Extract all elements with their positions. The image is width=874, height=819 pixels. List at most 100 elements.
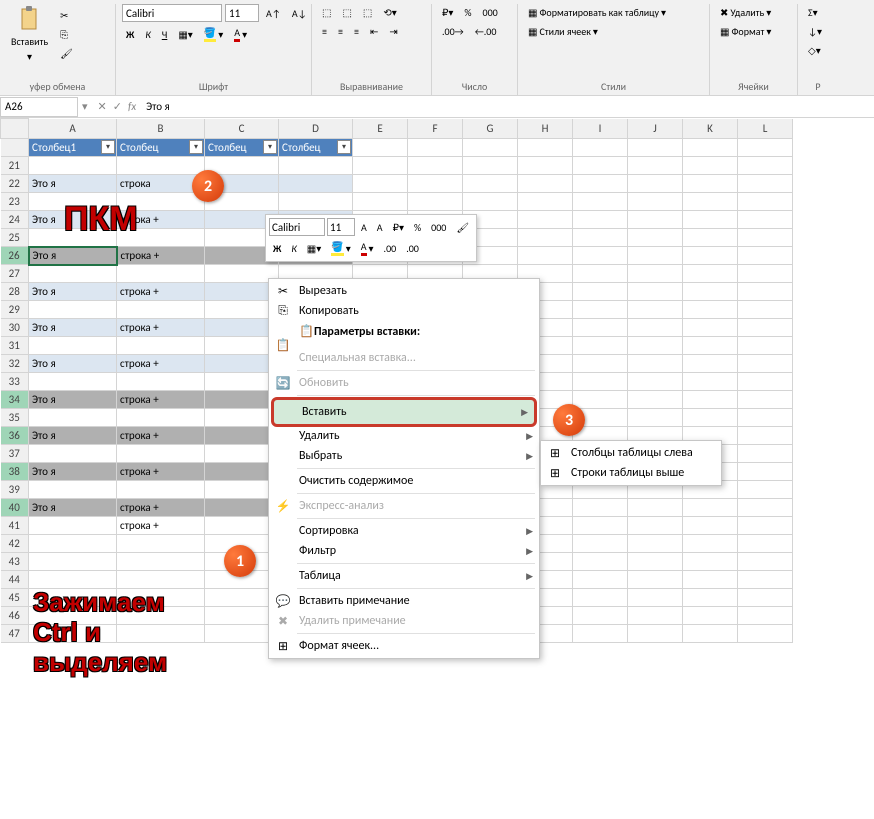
- cell[interactable]: [628, 193, 683, 211]
- cell[interactable]: [463, 193, 518, 211]
- cell[interactable]: [738, 355, 793, 373]
- mini-comma-icon[interactable]: 000: [427, 219, 450, 236]
- cell[interactable]: [117, 481, 205, 499]
- cell[interactable]: [628, 535, 683, 553]
- cell[interactable]: [738, 247, 793, 265]
- ctx-cut[interactable]: ✂Вырезать: [269, 281, 539, 301]
- filter-dropdown-icon[interactable]: ▾: [101, 140, 115, 154]
- cell[interactable]: [738, 283, 793, 301]
- name-box[interactable]: [0, 97, 78, 117]
- fill-icon[interactable]: ↓▾: [804, 23, 826, 40]
- cell[interactable]: [683, 373, 738, 391]
- bold-button[interactable]: Ж: [122, 26, 138, 43]
- cell[interactable]: строка +: [117, 427, 205, 445]
- col-header-F[interactable]: F: [408, 119, 463, 139]
- submenu-cols-left[interactable]: ⊞Столбцы таблицы слева: [541, 443, 721, 463]
- submenu-rows-above[interactable]: ⊞Строки таблицы выше: [541, 463, 721, 483]
- mini-border-icon[interactable]: ▦▾: [303, 240, 325, 257]
- cell[interactable]: [683, 157, 738, 175]
- align-middle-icon[interactable]: ⬚: [338, 4, 355, 21]
- cell[interactable]: [738, 265, 793, 283]
- mini-font-color-icon[interactable]: A▾: [357, 238, 378, 258]
- cancel-icon[interactable]: ✕: [98, 100, 107, 113]
- cell[interactable]: [29, 337, 117, 355]
- row-header-29[interactable]: 29: [1, 301, 29, 319]
- cell[interactable]: строка +: [117, 355, 205, 373]
- copy-icon[interactable]: ⎘: [56, 26, 77, 43]
- format-button[interactable]: ▦ Формат▾: [716, 23, 775, 40]
- mini-dec-decimal-icon[interactable]: .00: [402, 240, 423, 257]
- mini-font-size[interactable]: [327, 218, 355, 236]
- cell[interactable]: [573, 373, 628, 391]
- cell[interactable]: [117, 265, 205, 283]
- cell[interactable]: [628, 607, 683, 625]
- col-header-H[interactable]: H: [518, 119, 573, 139]
- cell[interactable]: [353, 175, 408, 193]
- cell[interactable]: [738, 229, 793, 247]
- cell[interactable]: [117, 409, 205, 427]
- cell[interactable]: [683, 391, 738, 409]
- ctx-table[interactable]: Таблица▶: [269, 566, 539, 586]
- row-header-32[interactable]: 32: [1, 355, 29, 373]
- col-header-C[interactable]: C: [205, 119, 279, 139]
- mini-percent-icon[interactable]: %: [410, 219, 425, 236]
- cell[interactable]: [738, 445, 793, 463]
- row-header-26[interactable]: 26: [1, 247, 29, 265]
- col-header-I[interactable]: I: [573, 119, 628, 139]
- cell[interactable]: [117, 553, 205, 571]
- cell[interactable]: [573, 391, 628, 409]
- cell[interactable]: строка +: [117, 319, 205, 337]
- format-painter-icon[interactable]: 🖌: [56, 45, 77, 62]
- cell[interactable]: [683, 499, 738, 517]
- cell[interactable]: [738, 553, 793, 571]
- cell[interactable]: [683, 301, 738, 319]
- cell[interactable]: [353, 193, 408, 211]
- cell[interactable]: [117, 157, 205, 175]
- dec-decimal-icon[interactable]: ←.00: [471, 23, 501, 40]
- indent-dec-icon[interactable]: ⇤: [366, 23, 382, 40]
- mini-grow-font-icon[interactable]: A: [357, 219, 371, 236]
- row-header-36[interactable]: 36: [1, 427, 29, 445]
- cell[interactable]: [628, 625, 683, 643]
- cell[interactable]: Это я: [29, 391, 117, 409]
- row-header-27[interactable]: 27: [1, 265, 29, 283]
- autosum-icon[interactable]: Σ▾: [804, 4, 822, 21]
- cell[interactable]: [518, 175, 573, 193]
- mini-bold[interactable]: Ж: [269, 240, 285, 257]
- border-icon[interactable]: ▦▾: [174, 26, 196, 43]
- cell[interactable]: [29, 409, 117, 427]
- cell[interactable]: [738, 535, 793, 553]
- cell[interactable]: [573, 229, 628, 247]
- align-left-icon[interactable]: ≡: [318, 23, 331, 40]
- cell[interactable]: [463, 157, 518, 175]
- cell[interactable]: [518, 229, 573, 247]
- cell[interactable]: [408, 157, 463, 175]
- cell[interactable]: [738, 319, 793, 337]
- cell[interactable]: [29, 571, 117, 589]
- cell[interactable]: [683, 553, 738, 571]
- cell[interactable]: [683, 625, 738, 643]
- cell[interactable]: [628, 571, 683, 589]
- cell[interactable]: [738, 481, 793, 499]
- cell[interactable]: [518, 157, 573, 175]
- cell[interactable]: [573, 535, 628, 553]
- row-header-46[interactable]: 46: [1, 607, 29, 625]
- italic-button[interactable]: К: [141, 26, 154, 43]
- grow-font-icon[interactable]: A↑: [262, 5, 285, 22]
- cell[interactable]: [628, 283, 683, 301]
- enter-icon[interactable]: ✓: [113, 100, 122, 113]
- cell[interactable]: [628, 265, 683, 283]
- fx-icon[interactable]: fx: [128, 100, 136, 113]
- row-header-41[interactable]: 41: [1, 517, 29, 535]
- ctx-insert[interactable]: Вставить▶: [271, 397, 537, 427]
- cell[interactable]: [738, 211, 793, 229]
- cell[interactable]: [518, 247, 573, 265]
- number-format-icon[interactable]: ₽▾: [438, 4, 457, 21]
- cell[interactable]: [279, 157, 353, 175]
- ctx-select[interactable]: Выбрать▶: [269, 446, 539, 466]
- cell[interactable]: [29, 265, 117, 283]
- cell[interactable]: [408, 139, 463, 157]
- filter-dropdown-icon[interactable]: ▾: [337, 140, 351, 154]
- ctx-delete[interactable]: Удалить▶: [269, 426, 539, 446]
- row-header-38[interactable]: 38: [1, 463, 29, 481]
